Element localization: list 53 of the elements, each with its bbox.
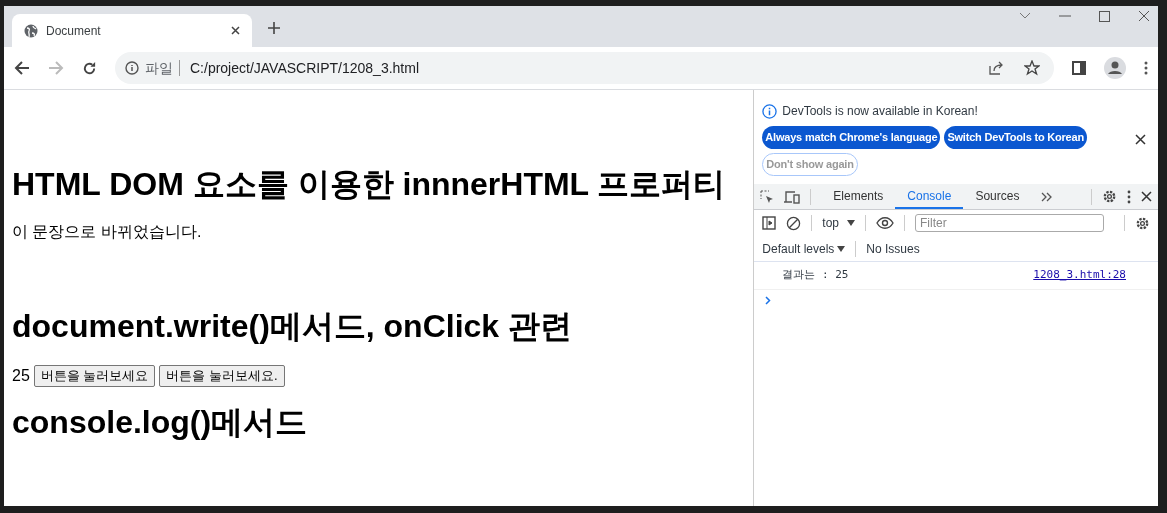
settings-icon[interactable] <box>1102 189 1117 204</box>
close-icon[interactable] <box>231 26 240 35</box>
address-bar[interactable]: 파일 C:/project/JAVASCRIPT/1208_3.html <box>115 52 1054 84</box>
reload-icon[interactable] <box>82 60 97 76</box>
side-panel-icon[interactable] <box>1072 61 1086 75</box>
levels-dropdown[interactable]: Default levels <box>762 239 846 258</box>
star-icon[interactable] <box>1024 60 1040 76</box>
info-icon[interactable] <box>125 61 139 75</box>
maximize-icon[interactable] <box>1099 10 1110 22</box>
info-icon <box>762 103 778 119</box>
prompt-icon[interactable] <box>765 296 772 305</box>
inspect-icon[interactable] <box>760 189 775 204</box>
close-icon[interactable] <box>1141 191 1152 202</box>
filter-field[interactable]: Filter <box>915 214 1104 232</box>
notice-button[interactable]: Switch DevTools to Korean <box>944 126 1087 149</box>
back-icon[interactable] <box>14 61 30 75</box>
caret-icon <box>847 220 855 226</box>
url-text: C:/project/JAVASCRIPT/1208_3.html <box>190 58 420 78</box>
page-button[interactable]: 버튼을 눌러보세요. <box>159 365 285 387</box>
sidebar-icon[interactable] <box>762 216 777 230</box>
output-text: 25 <box>12 366 30 386</box>
close-icon[interactable] <box>1138 10 1150 22</box>
more-tabs-icon[interactable] <box>1041 191 1054 202</box>
share-icon[interactable] <box>988 60 1004 76</box>
issues-text: No Issues <box>866 240 920 258</box>
notice-button[interactable]: Always match Chrome's language <box>762 126 941 149</box>
page-heading: HTML DOM 요소를 이용한 innnerHTML 프로퍼티 <box>12 165 727 204</box>
scheme-label: 파일 <box>145 58 173 78</box>
caret-icon <box>837 245 846 252</box>
eye-icon[interactable] <box>876 217 894 229</box>
tab-title: Document <box>46 22 102 40</box>
page-button[interactable]: 버튼을 눌러보세요 <box>33 365 156 387</box>
chevron-down-icon[interactable] <box>1019 12 1031 20</box>
source-link[interactable]: 1208_3.html:28 <box>1033 267 1126 284</box>
close-icon[interactable] <box>1135 134 1146 145</box>
settings-icon[interactable] <box>1135 215 1150 231</box>
devtools-tab[interactable]: Console <box>895 184 964 209</box>
console-log-text: 결과는 : 25 <box>782 267 850 284</box>
profile-icon[interactable] <box>1104 57 1126 79</box>
clear-icon[interactable] <box>786 215 802 231</box>
new-tab-icon[interactable] <box>267 21 281 35</box>
page-heading: document.write()메서드, onClick 관련 <box>12 307 574 346</box>
devtools-tab[interactable]: Sources <box>963 184 1032 209</box>
context-dropdown[interactable]: top <box>822 214 855 232</box>
devtools-tab[interactable]: Elements <box>821 184 896 209</box>
page-heading: console.log()메서드 <box>12 403 309 442</box>
browser-tab[interactable]: Document <box>12 14 252 47</box>
notice-text: DevTools is now available in Korean! <box>782 103 978 120</box>
menu-icon[interactable] <box>1144 61 1148 75</box>
globe-icon <box>24 23 38 38</box>
page-paragraph: 이 문장으로 바뀌었습니다. <box>12 222 203 242</box>
more-options-icon[interactable] <box>1127 189 1131 204</box>
device-toolbar-icon[interactable] <box>784 189 801 204</box>
